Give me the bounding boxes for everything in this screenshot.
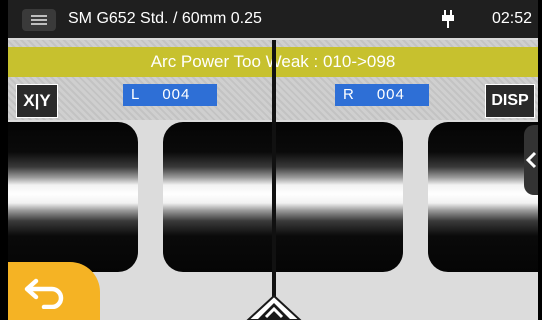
side-panel-tab[interactable] <box>524 125 538 195</box>
right-side-letter: R <box>343 86 355 103</box>
left-fiber-image <box>8 122 138 272</box>
bottom-panel-handle[interactable] <box>244 294 304 320</box>
splicer-screen: SM G652 Std. / 60mm 0.25 02:52 Arc Power… <box>8 0 538 320</box>
clock: 02:52 <box>491 10 532 27</box>
right-fiber-label: R 004 <box>335 84 429 106</box>
right-fiber-image <box>428 122 538 272</box>
menu-button[interactable] <box>22 9 56 31</box>
left-value: 004 <box>162 86 191 103</box>
display-button[interactable]: DISP <box>485 84 535 118</box>
chevron-left-icon <box>525 151 537 169</box>
center-fiber-image <box>163 122 403 272</box>
xy-toggle-button[interactable]: X|Y <box>16 84 58 118</box>
ac-plug-icon <box>442 10 454 28</box>
left-fiber-label: L 004 <box>123 84 217 106</box>
left-side-letter: L <box>131 86 141 103</box>
splice-mode-title[interactable]: SM G652 Std. / 60mm 0.25 <box>68 0 262 38</box>
status-bar: SM G652 Std. / 60mm 0.25 02:52 <box>8 0 538 38</box>
hamburger-icon <box>31 15 47 17</box>
back-button[interactable] <box>8 262 100 320</box>
back-arrow-icon <box>24 278 64 309</box>
right-value: 004 <box>376 86 405 103</box>
center-alignment-line <box>272 40 276 320</box>
